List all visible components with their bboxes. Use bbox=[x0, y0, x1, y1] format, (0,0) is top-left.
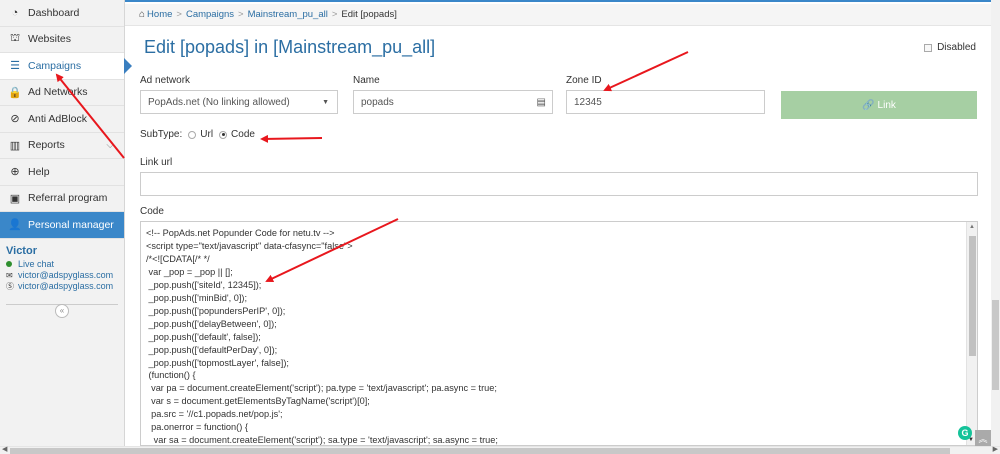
page-title: Edit [popads] in [Mainstream_pu_all] bbox=[144, 37, 436, 57]
sidebar-item-label: Reports bbox=[28, 139, 65, 152]
sidebar-item-label: Ad Networks bbox=[28, 86, 88, 99]
link-button[interactable]: 🔗 Link bbox=[781, 91, 977, 119]
sidebar-item-anti-adblock[interactable]: ⊘ Anti AdBlock bbox=[0, 106, 124, 133]
sidebar-item-campaigns[interactable]: ☰ Campaigns bbox=[0, 53, 132, 80]
sidebar-item-label: Websites bbox=[28, 33, 71, 46]
ad-network-label: Ad network bbox=[140, 75, 191, 86]
sidebar-item-label: Dashboard bbox=[28, 6, 80, 19]
breadcrumb-home[interactable]: Home bbox=[147, 9, 172, 20]
caret-down-icon: ▼ bbox=[322, 98, 329, 106]
subtype-url-label: Url bbox=[200, 129, 214, 140]
sliders-icon: ☰ bbox=[10, 60, 20, 73]
horizontal-scroll-thumb[interactable] bbox=[10, 448, 950, 454]
sidebar-item-ad-networks[interactable]: 🔒 Ad Networks bbox=[0, 80, 124, 106]
sidebar-item-websites[interactable]: ⛫ Websites bbox=[0, 27, 124, 53]
sidebar-item-personal-manager[interactable]: 👤 Personal manager bbox=[0, 212, 124, 239]
money-icon: ▣ bbox=[9, 192, 21, 205]
top-accent-bar bbox=[125, 0, 1000, 2]
lifebuoy-icon: ⊕ bbox=[10, 166, 20, 179]
home-icon: ⌂ bbox=[139, 9, 146, 20]
sidebar-item-label: Help bbox=[28, 165, 50, 178]
link-icon: 🔗 bbox=[862, 99, 875, 111]
lock-icon: 🔒 bbox=[8, 86, 22, 99]
code-scroll-thumb[interactable] bbox=[969, 236, 976, 356]
ad-network-value: PopAds.net (No linking allowed) bbox=[148, 96, 290, 108]
bar-chart-icon: ▥ bbox=[9, 139, 21, 152]
disabled-toggle[interactable]: Disabled bbox=[924, 42, 976, 53]
annotation-arrow-zone-id bbox=[603, 51, 689, 92]
sidebar: ◔ Dashboard ⛫ Websites ☰ Campaigns 🔒 Ad Netw… bbox=[0, 0, 132, 446]
skype-icon: Ⓢ bbox=[6, 281, 14, 291]
link-button-label: Link bbox=[877, 99, 896, 111]
code-scrollbar[interactable]: ▲ ▼ bbox=[966, 222, 977, 445]
link-url-label: Link url bbox=[140, 157, 173, 168]
sidebar-item-label: Anti AdBlock bbox=[28, 112, 87, 125]
breadcrumb-campaign[interactable]: Mainstream_pu_all bbox=[248, 9, 328, 20]
sitemap-icon: ⛫ bbox=[9, 32, 21, 45]
chevron-down-icon: ⌵ bbox=[106, 139, 114, 151]
sidebar-item-reports[interactable]: ▥ Reports ⌵ bbox=[0, 133, 124, 159]
sidebar-item-label: Campaigns bbox=[28, 59, 82, 72]
chevron-double-up-icon: ︽ bbox=[978, 433, 988, 444]
annotation-arrow-subtype bbox=[260, 134, 323, 143]
dashboard-icon: ◔ bbox=[11, 6, 19, 19]
zone-id-label: Zone ID bbox=[566, 75, 602, 86]
subtype-group: SubType: Url Code bbox=[140, 129, 255, 140]
code-label: Code bbox=[140, 206, 164, 217]
link-url-input[interactable] bbox=[140, 172, 978, 196]
subtype-label: SubType: bbox=[140, 129, 183, 140]
code-content: <!-- PopAds.net Popunder Code for netu.t… bbox=[146, 228, 498, 446]
ban-icon: ⊘ bbox=[10, 113, 20, 126]
breadcrumb: ⌂ Home > Campaigns > Mainstream_pu_all >… bbox=[125, 4, 1000, 26]
breadcrumb-separator: > bbox=[331, 9, 338, 20]
ad-network-select[interactable]: PopAds.net (No linking allowed) ▼ bbox=[140, 90, 338, 114]
manager-name: Victor bbox=[6, 244, 37, 257]
disabled-checkbox[interactable] bbox=[924, 43, 933, 52]
breadcrumb-current: Edit [popads] bbox=[341, 9, 397, 20]
disabled-label: Disabled bbox=[937, 42, 976, 53]
name-value: popads bbox=[361, 96, 394, 108]
skype-link[interactable]: Ⓢvictor@adspyglass.com bbox=[6, 281, 118, 292]
subtype-code-label: Code bbox=[231, 129, 255, 140]
envelope-icon: ✉ bbox=[6, 270, 13, 280]
breadcrumb-separator: > bbox=[238, 9, 244, 20]
scroll-to-top-button[interactable]: ︽ bbox=[975, 430, 991, 446]
collapse-sidebar-button[interactable]: « bbox=[55, 303, 69, 318]
live-chat-link[interactable]: Live chat bbox=[6, 259, 118, 270]
page-horizontal-scrollbar[interactable]: ◀ ▶ bbox=[0, 446, 1000, 454]
sidebar-item-label: Personal manager bbox=[28, 218, 114, 231]
sidebar-item-referral[interactable]: ▣ Referral program bbox=[0, 186, 124, 212]
sidebar-item-help[interactable]: ⊕ Help bbox=[0, 159, 124, 186]
subtype-url-radio[interactable] bbox=[188, 130, 197, 139]
scroll-up-icon[interactable]: ▲ bbox=[969, 224, 975, 230]
sidebar-collapse-row: « bbox=[6, 303, 118, 318]
name-label: Name bbox=[353, 75, 380, 86]
zone-id-value: 12345 bbox=[574, 96, 602, 108]
code-textarea[interactable]: <!-- PopAds.net Popunder Code for netu.t… bbox=[140, 221, 978, 446]
manager-contact: Victor Live chat ✉ victor@adspyglass.com … bbox=[0, 239, 124, 298]
scroll-right-icon[interactable]: ▶ bbox=[993, 445, 998, 453]
id-card-icon: ▤ bbox=[536, 96, 546, 108]
online-status-icon bbox=[6, 260, 15, 269]
sidebar-item-dashboard[interactable]: ◔ Dashboard bbox=[0, 0, 124, 27]
zone-id-input[interactable]: 12345 bbox=[566, 90, 765, 114]
breadcrumb-campaigns[interactable]: Campaigns bbox=[186, 9, 234, 20]
page-vertical-scrollbar[interactable] bbox=[991, 0, 1000, 446]
name-input[interactable]: popads ▤ bbox=[353, 90, 553, 114]
breadcrumb-separator: > bbox=[176, 9, 182, 20]
scroll-left-icon[interactable]: ◀ bbox=[2, 445, 7, 453]
grammarly-icon[interactable]: G bbox=[958, 426, 972, 440]
sidebar-item-label: Referral program bbox=[28, 192, 108, 205]
user-icon: 👤 bbox=[8, 219, 22, 232]
page-scroll-thumb[interactable] bbox=[992, 300, 999, 390]
subtype-code-radio[interactable] bbox=[219, 130, 228, 139]
email-link[interactable]: ✉ victor@adspyglass.com bbox=[6, 270, 118, 281]
